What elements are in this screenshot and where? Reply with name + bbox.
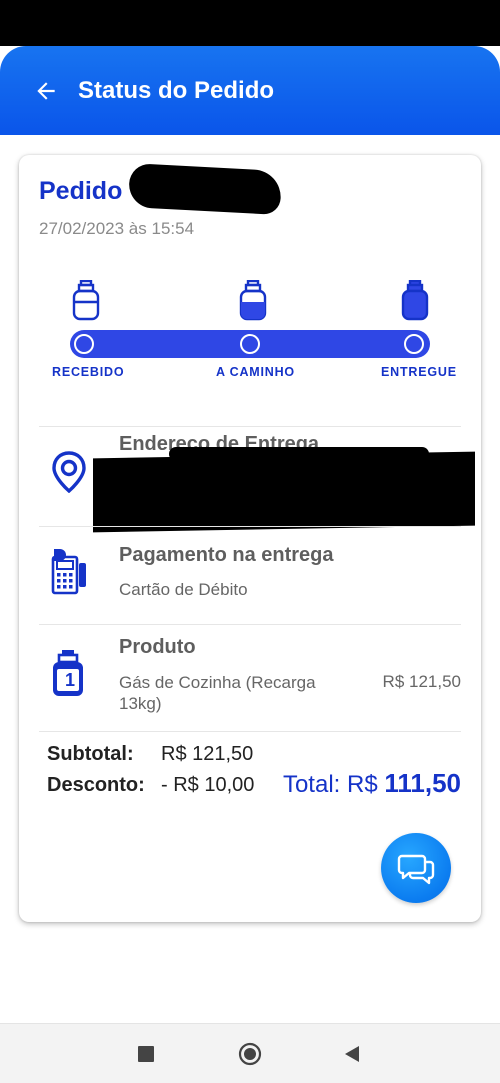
product-quantity-badge: 1 bbox=[65, 670, 76, 690]
product-price: R$ 121,50 bbox=[382, 672, 461, 691]
home-circle-nav-icon bbox=[238, 1042, 262, 1066]
back-arrow-icon bbox=[37, 81, 55, 100]
order-title: Pedido bbox=[39, 177, 123, 205]
back-button[interactable] bbox=[30, 75, 62, 107]
home-button[interactable] bbox=[236, 1040, 264, 1068]
gas-cylinder-icon bbox=[72, 280, 100, 321]
divider bbox=[39, 426, 461, 427]
divider bbox=[39, 731, 461, 732]
system-nav-bar bbox=[0, 1023, 500, 1083]
discount-label: Desconto: bbox=[47, 774, 145, 796]
step-dot-delivered bbox=[404, 334, 424, 354]
location-pin-icon bbox=[52, 451, 86, 493]
payment-title: Pagamento na entrega bbox=[119, 544, 334, 566]
back-triangle-nav-icon bbox=[345, 1046, 359, 1062]
payment-method: Cartão de Débito bbox=[119, 580, 248, 599]
step-label-delivered: ENTREGUE bbox=[381, 365, 457, 379]
card-terminal-icon bbox=[51, 549, 86, 595]
step-label-on-the-way: A CAMINHO bbox=[216, 365, 295, 379]
total-value: 111,50 bbox=[384, 768, 461, 798]
discount-value: - R$ 10,00 bbox=[161, 774, 255, 796]
step-label-received: RECEBIDO bbox=[52, 365, 125, 379]
status-bar bbox=[0, 0, 500, 46]
step-dot-on-the-way bbox=[240, 334, 260, 354]
gas-cylinder-icon bbox=[401, 280, 429, 321]
chat-button[interactable] bbox=[381, 833, 451, 903]
gas-cylinder-icon bbox=[239, 280, 267, 321]
redacted-address-scribble bbox=[169, 447, 429, 461]
product-title: Produto bbox=[119, 636, 196, 658]
square-nav-icon bbox=[138, 1046, 154, 1062]
order-card: Pedido 27/02/2023 às 15:54 RECEBIDO A CA… bbox=[19, 155, 481, 922]
divider bbox=[39, 526, 461, 527]
divider bbox=[39, 624, 461, 625]
redacted-address bbox=[93, 451, 475, 533]
chat-bubbles-icon bbox=[397, 854, 435, 885]
status-progress-bar bbox=[70, 330, 430, 358]
page-title: Status do Pedido bbox=[78, 76, 275, 104]
product-name-line2: 13kg) bbox=[119, 694, 162, 713]
subtotal-label: Subtotal: bbox=[47, 743, 134, 765]
product-name-line1: Gás de Cozinha (Recarga bbox=[119, 673, 316, 692]
step-dot-received bbox=[74, 334, 94, 354]
order-date: 27/02/2023 às 15:54 bbox=[39, 219, 195, 238]
redacted-order-number bbox=[127, 163, 283, 215]
step-icons bbox=[19, 280, 481, 325]
total: Total: R$ 111,50 bbox=[283, 768, 461, 799]
total-label: Total: R$ bbox=[282, 771, 378, 798]
subtotal-value: R$ 121,50 bbox=[161, 743, 254, 765]
app-bar: Status do Pedido bbox=[0, 46, 500, 135]
back-nav-button[interactable] bbox=[338, 1040, 366, 1068]
recent-apps-button[interactable] bbox=[132, 1040, 160, 1068]
